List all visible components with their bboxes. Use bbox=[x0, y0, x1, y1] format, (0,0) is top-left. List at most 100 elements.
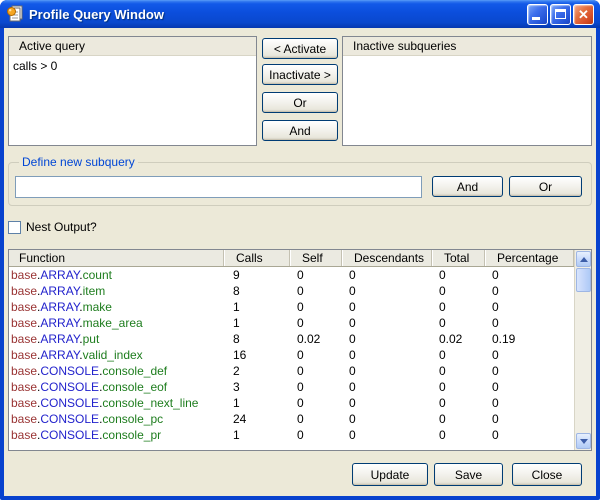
inactive-subqueries-list[interactable]: Inactive subqueries bbox=[342, 36, 592, 146]
table-row[interactable]: base.CONSOLE.console_def20000 bbox=[9, 363, 574, 379]
minimize-button[interactable] bbox=[527, 4, 548, 25]
table-row[interactable]: base.ARRAY.put80.0200.020.19 bbox=[9, 331, 574, 347]
table-row[interactable]: base.ARRAY.make10000 bbox=[9, 299, 574, 315]
descendants-cell: 0 bbox=[341, 427, 431, 443]
descendants-cell: 0 bbox=[341, 411, 431, 427]
descendants-cell: 0 bbox=[341, 395, 431, 411]
calls-cell: 2 bbox=[223, 363, 289, 379]
self-cell: 0 bbox=[289, 299, 341, 315]
col-total[interactable]: Total bbox=[431, 250, 484, 266]
calls-cell: 3 bbox=[223, 379, 289, 395]
scrollbar-thumb[interactable] bbox=[576, 268, 591, 292]
active-query-list[interactable]: Active query calls > 0 bbox=[8, 36, 257, 146]
update-button[interactable]: Update bbox=[352, 463, 428, 486]
vertical-scrollbar[interactable] bbox=[574, 250, 591, 450]
function-cell: base.CONSOLE.console_next_line bbox=[9, 395, 223, 411]
table-body: base.ARRAY.count90000base.ARRAY.item8000… bbox=[9, 267, 574, 450]
descendants-cell: 0 bbox=[341, 267, 431, 283]
window-icon bbox=[6, 5, 24, 23]
profile-results-table: Function Calls Self Descendants Total Pe… bbox=[8, 249, 592, 451]
descendants-cell: 0 bbox=[341, 299, 431, 315]
arrow-up-icon bbox=[580, 257, 588, 262]
function-cell: base.ARRAY.count bbox=[9, 267, 223, 283]
total-cell: 0 bbox=[431, 363, 484, 379]
function-cell: base.ARRAY.valid_index bbox=[9, 347, 223, 363]
subquery-input[interactable] bbox=[15, 176, 422, 198]
percentage-cell: 0 bbox=[484, 395, 574, 411]
total-cell: 0 bbox=[431, 411, 484, 427]
col-percentage[interactable]: Percentage bbox=[484, 250, 574, 266]
new-and-button[interactable]: And bbox=[432, 176, 503, 197]
window-title: Profile Query Window bbox=[29, 7, 164, 22]
total-cell: 0 bbox=[431, 315, 484, 331]
total-cell: 0.02 bbox=[431, 331, 484, 347]
percentage-cell: 0 bbox=[484, 379, 574, 395]
new-or-button[interactable]: Or bbox=[509, 176, 582, 197]
scroll-down-button[interactable] bbox=[576, 433, 591, 449]
descendants-cell: 0 bbox=[341, 315, 431, 331]
calls-cell: 9 bbox=[223, 267, 289, 283]
descendants-cell: 0 bbox=[341, 379, 431, 395]
save-button[interactable]: Save bbox=[434, 463, 503, 486]
function-cell: base.ARRAY.item bbox=[9, 283, 223, 299]
active-query-item[interactable]: calls > 0 bbox=[9, 57, 256, 75]
self-cell: 0 bbox=[289, 315, 341, 331]
col-descendants[interactable]: Descendants bbox=[341, 250, 431, 266]
table-row[interactable]: base.CONSOLE.console_pc240000 bbox=[9, 411, 574, 427]
self-cell: 0 bbox=[289, 347, 341, 363]
inactivate-button[interactable]: Inactivate > bbox=[262, 64, 338, 85]
table-row[interactable]: base.ARRAY.make_area10000 bbox=[9, 315, 574, 331]
table-row[interactable]: base.ARRAY.count90000 bbox=[9, 267, 574, 283]
col-function[interactable]: Function bbox=[9, 250, 223, 266]
active-query-body[interactable]: calls > 0 bbox=[9, 57, 256, 145]
percentage-cell: 0.19 bbox=[484, 331, 574, 347]
percentage-cell: 0 bbox=[484, 315, 574, 331]
nest-output-label: Nest Output? bbox=[26, 220, 97, 234]
calls-cell: 1 bbox=[223, 427, 289, 443]
self-cell: 0 bbox=[289, 411, 341, 427]
table-row[interactable]: base.CONSOLE.console_eof30000 bbox=[9, 379, 574, 395]
percentage-cell: 0 bbox=[484, 299, 574, 315]
activate-button[interactable]: < Activate bbox=[262, 38, 338, 59]
col-calls[interactable]: Calls bbox=[223, 250, 289, 266]
titlebar[interactable]: Profile Query Window ✕ bbox=[0, 0, 600, 28]
scroll-up-button[interactable] bbox=[576, 251, 591, 267]
percentage-cell: 0 bbox=[484, 363, 574, 379]
active-query-header: Active query bbox=[9, 37, 256, 56]
close-icon: ✕ bbox=[574, 7, 593, 22]
total-cell: 0 bbox=[431, 427, 484, 443]
function-cell: base.ARRAY.make_area bbox=[9, 315, 223, 331]
minimize-icon bbox=[532, 17, 540, 20]
inactive-subqueries-header: Inactive subqueries bbox=[343, 37, 591, 56]
or-combine-button[interactable]: Or bbox=[262, 92, 338, 113]
close-button[interactable]: ✕ bbox=[573, 4, 594, 25]
profile-query-window: Profile Query Window ✕ Active query call… bbox=[0, 0, 600, 500]
self-cell: 0 bbox=[289, 267, 341, 283]
total-cell: 0 bbox=[431, 395, 484, 411]
function-cell: base.CONSOLE.console_pc bbox=[9, 411, 223, 427]
total-cell: 0 bbox=[431, 347, 484, 363]
nest-output-checkbox[interactable] bbox=[8, 221, 21, 234]
percentage-cell: 0 bbox=[484, 283, 574, 299]
self-cell: 0 bbox=[289, 395, 341, 411]
total-cell: 0 bbox=[431, 379, 484, 395]
dialog-client-area: Active query calls > 0 < Activate Inacti… bbox=[4, 28, 596, 496]
table-row[interactable]: base.CONSOLE.console_pr10000 bbox=[9, 427, 574, 443]
inactive-subqueries-body[interactable] bbox=[343, 57, 591, 145]
table-row[interactable]: base.ARRAY.valid_index160000 bbox=[9, 347, 574, 363]
calls-cell: 24 bbox=[223, 411, 289, 427]
function-cell: base.CONSOLE.console_eof bbox=[9, 379, 223, 395]
function-cell: base.CONSOLE.console_pr bbox=[9, 427, 223, 443]
calls-cell: 8 bbox=[223, 283, 289, 299]
col-self[interactable]: Self bbox=[289, 250, 341, 266]
descendants-cell: 0 bbox=[341, 283, 431, 299]
close-dialog-button[interactable]: Close bbox=[512, 463, 582, 486]
self-cell: 0 bbox=[289, 363, 341, 379]
table-row[interactable]: base.ARRAY.item80000 bbox=[9, 283, 574, 299]
self-cell: 0.02 bbox=[289, 331, 341, 347]
calls-cell: 8 bbox=[223, 331, 289, 347]
self-cell: 0 bbox=[289, 379, 341, 395]
and-combine-button[interactable]: And bbox=[262, 120, 338, 141]
table-row[interactable]: base.CONSOLE.console_next_line10000 bbox=[9, 395, 574, 411]
maximize-button[interactable] bbox=[550, 4, 571, 25]
